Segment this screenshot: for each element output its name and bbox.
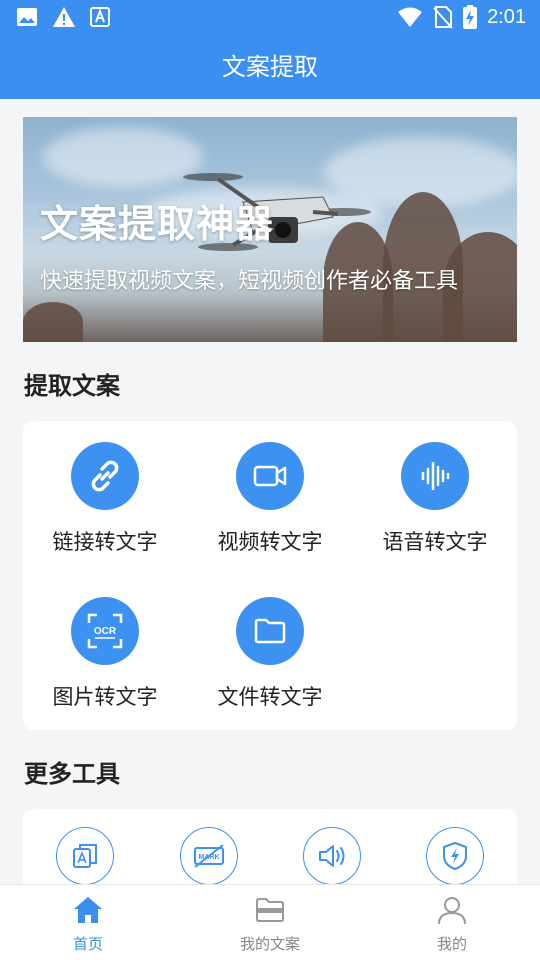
- status-bar: 2:01: [0, 0, 540, 36]
- speaker-icon: [319, 845, 345, 867]
- tool-audio-to-text[interactable]: 语音转文字: [353, 442, 517, 556]
- svg-text:OCR: OCR: [94, 626, 117, 637]
- text-copy-tool[interactable]: [56, 827, 114, 885]
- tool-label: 文件转文字: [217, 685, 323, 709]
- ocr-scan-icon: OCR: [71, 597, 139, 665]
- extract-section-title: 提取文案: [24, 372, 120, 400]
- banner-title: 文案提取神器: [40, 202, 275, 246]
- user-icon: [438, 897, 466, 925]
- speaker-tool[interactable]: [303, 827, 361, 885]
- nav-home[interactable]: 首页: [28, 895, 148, 954]
- font-notification-icon: [90, 7, 110, 27]
- more-tools-section-title: 更多工具: [24, 760, 120, 788]
- status-time: 2:01: [487, 5, 526, 28]
- audio-wave-icon: [401, 442, 469, 510]
- tool-label: 链接转文字: [52, 530, 158, 554]
- folder-card-icon: [256, 898, 284, 922]
- shield-bolt-tool[interactable]: [426, 827, 484, 885]
- nav-profile[interactable]: 我的: [392, 895, 512, 954]
- video-camera-icon: [236, 442, 304, 510]
- nav-label: 首页: [72, 935, 103, 953]
- promo-banner[interactable]: 文案提取神器 快速提取视频文案，短视频创作者必备工具: [23, 117, 517, 342]
- tool-label: 视频转文字: [217, 530, 323, 554]
- watermark-remove-tool[interactable]: MARK: [180, 827, 238, 885]
- tool-file-to-text[interactable]: 文件转文字: [188, 597, 352, 711]
- wifi-icon: [398, 7, 423, 27]
- warning-notification-icon: [53, 7, 75, 27]
- folder-icon: [236, 597, 304, 665]
- tool-video-to-text[interactable]: 视频转文字: [188, 442, 352, 556]
- page-title: 文案提取: [0, 36, 540, 99]
- nav-label: 我的文案: [239, 935, 300, 953]
- battery-charging-icon: [463, 5, 478, 29]
- bottom-nav: 首页 我的文案 我的: [0, 884, 540, 960]
- home-icon: [74, 897, 102, 923]
- link-icon: [71, 442, 139, 510]
- tool-label: 语音转文字: [382, 530, 488, 554]
- extract-tools-card: 链接转文字 视频转文字 语音转文字 OCR 图片转文字 文件转文字: [23, 421, 517, 730]
- image-notification-icon: [17, 8, 37, 26]
- text-copy-icon: [73, 844, 97, 868]
- no-sim-icon: [433, 6, 453, 29]
- shield-bolt-icon: [443, 842, 467, 870]
- nav-my-copies[interactable]: 我的文案: [210, 895, 330, 954]
- watermark-remove-icon: MARK: [194, 844, 224, 868]
- tool-image-to-text[interactable]: OCR 图片转文字: [23, 597, 187, 711]
- tool-link-to-text[interactable]: 链接转文字: [23, 442, 187, 556]
- banner-subtitle: 快速提取视频文案，短视频创作者必备工具: [40, 269, 459, 294]
- nav-label: 我的: [436, 935, 467, 953]
- tool-label: 图片转文字: [52, 685, 158, 709]
